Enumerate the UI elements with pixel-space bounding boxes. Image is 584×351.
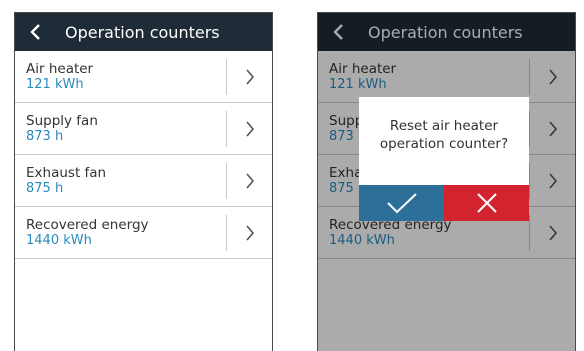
open-counter-button[interactable] — [227, 155, 272, 206]
chevron-right-icon — [246, 172, 255, 189]
counter-value: 1440 kWh — [26, 233, 92, 248]
counter-label: Exhaust fan — [26, 165, 107, 181]
counter-row-supply-fan[interactable]: Supply fan 873 h — [15, 103, 272, 155]
close-icon — [476, 193, 497, 213]
dialog-message-line-2: operation counter? — [379, 136, 509, 152]
counter-value: 875 h — [26, 181, 64, 196]
back-button[interactable] — [29, 17, 51, 47]
dialog-message-line-1: Reset air heater — [389, 118, 499, 134]
operation-counters-screen: Operation counters Air heater 121 kWh Su… — [14, 12, 273, 351]
reset-confirm-dialog: Reset air heater operation counter? — [359, 97, 529, 221]
counter-label: Recovered energy — [26, 217, 149, 233]
operation-counters-screen-with-dialog: Operation counters Air heater 121 kWh Su… — [317, 12, 576, 351]
dialog-message: Reset air heater operation counter? — [359, 117, 529, 153]
counter-value: 873 h — [26, 129, 64, 144]
counter-row-recovered-energy[interactable]: Recovered energy 1440 kWh — [15, 207, 272, 259]
open-counter-button[interactable] — [227, 207, 272, 258]
counter-row-air-heater[interactable]: Air heater 121 kWh — [15, 51, 272, 103]
counter-value: 121 kWh — [26, 77, 84, 92]
counter-label: Supply fan — [26, 113, 98, 129]
header-bar: Operation counters — [15, 13, 272, 51]
confirm-reset-button[interactable] — [359, 185, 444, 221]
counter-row-exhaust-fan[interactable]: Exhaust fan 875 h — [15, 155, 272, 207]
open-counter-button[interactable] — [227, 103, 272, 154]
chevron-right-icon — [246, 68, 255, 85]
counter-label: Air heater — [26, 61, 94, 77]
open-counter-button[interactable] — [227, 51, 272, 102]
chevron-left-icon — [30, 24, 40, 40]
chevron-right-icon — [246, 224, 255, 241]
check-icon — [386, 193, 417, 214]
chevron-right-icon — [246, 120, 255, 137]
page-title: Operation counters — [65, 22, 220, 42]
cancel-reset-button[interactable] — [444, 185, 529, 221]
